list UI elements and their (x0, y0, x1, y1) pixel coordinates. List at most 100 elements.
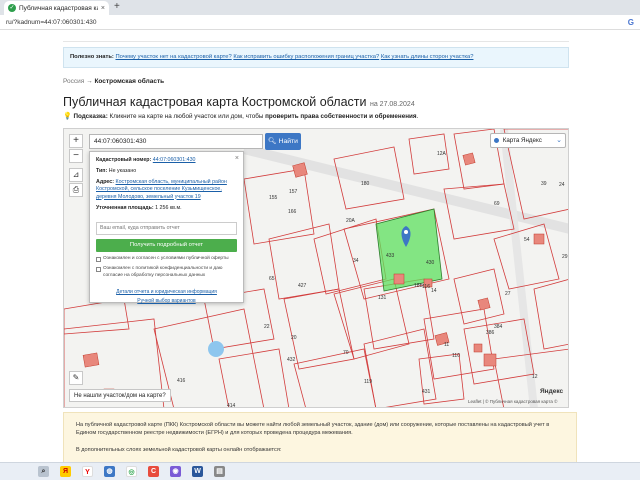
parcel-label[interactable]: 27 (505, 291, 511, 297)
page-title: Публичная кадастровая карта Костромской … (63, 95, 415, 109)
close-icon[interactable]: × (101, 5, 105, 12)
parcel-label[interactable]: 24 (559, 182, 565, 188)
parcel-popup: × Кадастровый номер: 44:07:060301:430 Ти… (89, 151, 244, 305)
parcel-label[interactable]: 384 (494, 324, 502, 330)
parcel-label[interactable]: 131 (378, 295, 386, 301)
parcel-label[interactable]: 70 (343, 350, 349, 356)
address-bar[interactable]: ru/?kadnum=44:07:060301:430 G (0, 15, 640, 30)
measure-icon[interactable]: ⊿ (69, 168, 83, 182)
page-title-text: Публичная кадастровая карта Костромской … (63, 95, 367, 109)
parcel-label[interactable]: 414 (227, 403, 235, 407)
hint-bold: проверить права собственности и обремене… (265, 113, 417, 120)
taskbar: ⌕ Я Y ◍ ◎ C ◉ W ▤ (0, 462, 640, 480)
radio-icon (494, 137, 499, 143)
parcel-label[interactable]: 11 (444, 342, 449, 348)
zoom-in-button[interactable]: + (69, 134, 83, 148)
map-layer-label: Карта Яндекс (502, 137, 542, 144)
parcel-label[interactable]: 116 (422, 284, 430, 290)
yandex-logo: Яндекс (540, 388, 564, 395)
parcel-label[interactable]: 119 (364, 379, 372, 385)
cadastral-search-input[interactable]: 44:07:060301:430 (89, 134, 263, 149)
lightbulb-icon: 💡 (63, 113, 72, 120)
yandex-browser-icon[interactable]: Я (60, 466, 71, 477)
header-divider (63, 30, 569, 42)
chrome-icon[interactable]: ◎ (126, 466, 137, 477)
breadcrumb: Россия → Костромская область (63, 78, 164, 85)
parcel-label[interactable]: 157 (289, 189, 297, 195)
parcel-label[interactable]: 433 (386, 253, 394, 259)
url-text[interactable]: ru/?kadnum=44:07:060301:430 (6, 19, 628, 26)
parcel-label[interactable]: 431 (422, 389, 430, 395)
yandex-icon[interactable]: Y (82, 466, 93, 477)
search-icon: 🔍︎ (268, 138, 277, 145)
email-field[interactable] (96, 221, 237, 235)
parcel-label[interactable]: 69 (494, 201, 500, 207)
breadcrumb-separator: → (86, 78, 93, 85)
find-button[interactable]: 🔍︎ Найти (265, 133, 301, 150)
parcel-label[interactable]: 155 (269, 195, 277, 201)
parcel-label[interactable]: 29 (562, 254, 568, 260)
popup-area-row: Уточненная площадь: 1 256 кв.м. (96, 205, 237, 212)
info-link-side-lengths[interactable]: Как узнать длины сторон участка? (381, 54, 474, 60)
popup-type-label: Тип: (96, 168, 108, 175)
browser-tab[interactable]: ✓ Публичная кадастровая карта × (4, 1, 109, 15)
parcel-label[interactable]: 54 (524, 237, 530, 243)
parcel-label[interactable]: 34 (353, 258, 359, 264)
parcel-label[interactable]: 166 (288, 209, 296, 215)
popup-area-value: 1 256 кв.м. (155, 204, 182, 211)
popup-address-label: Адрес: (96, 179, 115, 186)
parcel-label[interactable]: 386 (486, 330, 494, 336)
google-icon[interactable]: G (628, 18, 634, 27)
word-icon[interactable]: W (192, 466, 203, 477)
parcel-label[interactable]: 416 (177, 378, 185, 384)
popup-address-value[interactable]: Костромская область, муниципальный район… (96, 179, 227, 199)
map-layer-select[interactable]: Карта Яндекс ⌄ (490, 133, 566, 148)
globe-icon[interactable]: ◍ (104, 466, 115, 477)
not-found-button[interactable]: Не нашли участок/дом на карте? (69, 389, 171, 402)
useful-info-label: Полезно знать: (70, 54, 114, 60)
report-details-link[interactable]: Детали отчета и юридическая информация (116, 289, 217, 295)
breadcrumb-current: Костромская область (94, 78, 165, 85)
privacy-checkbox[interactable] (96, 267, 101, 273)
parcel-label[interactable]: 432 (287, 357, 295, 363)
popup-links: Детали отчета и юридическая информация Р… (96, 289, 237, 305)
messenger-icon[interactable]: ◉ (170, 466, 181, 477)
privacy-checkbox-row[interactable]: Ознакомлен с политикой конфиденциальност… (96, 266, 237, 279)
search-icon[interactable]: ⌕ (38, 466, 49, 477)
popup-area-label: Уточненная площадь: (96, 204, 154, 211)
offer-checkbox-row[interactable]: Ознакомлен и согласен с условиями публич… (96, 256, 237, 262)
info-link-missing-parcel[interactable]: Почему участок нет на кадастровой карте? (116, 54, 232, 60)
folder-icon[interactable]: ▤ (214, 466, 225, 477)
close-icon[interactable]: × (235, 154, 239, 163)
parcel-label[interactable]: 430 (426, 260, 434, 266)
parcel-label[interactable]: 20 (291, 335, 297, 341)
description-paragraph-1: На публичной кадастровой карте (ПКК) Кос… (76, 422, 550, 437)
popup-cad-value[interactable]: 44:07:060301:430 (153, 157, 196, 163)
parcel-label[interactable]: 110 (452, 353, 460, 359)
parcel-label[interactable]: 12 (532, 374, 538, 380)
parcel-label[interactable]: 180 (361, 181, 369, 187)
offer-checkbox[interactable] (96, 256, 101, 262)
hint-text: Кликните на карте на любой участок или д… (109, 113, 264, 120)
check-icon: ✓ (8, 4, 16, 12)
parcel-label[interactable]: 22 (264, 324, 270, 330)
parcel-label[interactable]: 14 (431, 288, 437, 294)
new-tab-button[interactable]: + (114, 1, 120, 12)
app-icon[interactable]: C (148, 466, 159, 477)
parcel-label[interactable]: 65 (269, 276, 275, 282)
manual-select-link[interactable]: Ручной выбор вариантов (137, 298, 195, 304)
parcel-label[interactable]: 12А (437, 151, 446, 157)
breadcrumb-root[interactable]: Россия (63, 78, 84, 85)
info-link-fix-boundary[interactable]: Как исправить ошибку расположения границ… (233, 54, 379, 60)
chevron-down-icon: ⌄ (556, 137, 562, 144)
print-icon[interactable]: ⎙ (69, 183, 83, 197)
get-report-button[interactable]: Получить подробный отчет (96, 238, 237, 252)
parcel-label[interactable]: 427 (298, 283, 306, 289)
tab-title: Публичная кадастровая карта (19, 4, 98, 12)
parcel-label[interactable]: 39 (541, 181, 547, 187)
hint-label: Подсказка: (73, 113, 108, 120)
find-button-label: Найти (278, 138, 298, 145)
pencil-icon[interactable]: ✎ (69, 371, 83, 385)
zoom-out-button[interactable]: − (69, 149, 83, 163)
parcel-label[interactable]: 20А (346, 218, 355, 224)
